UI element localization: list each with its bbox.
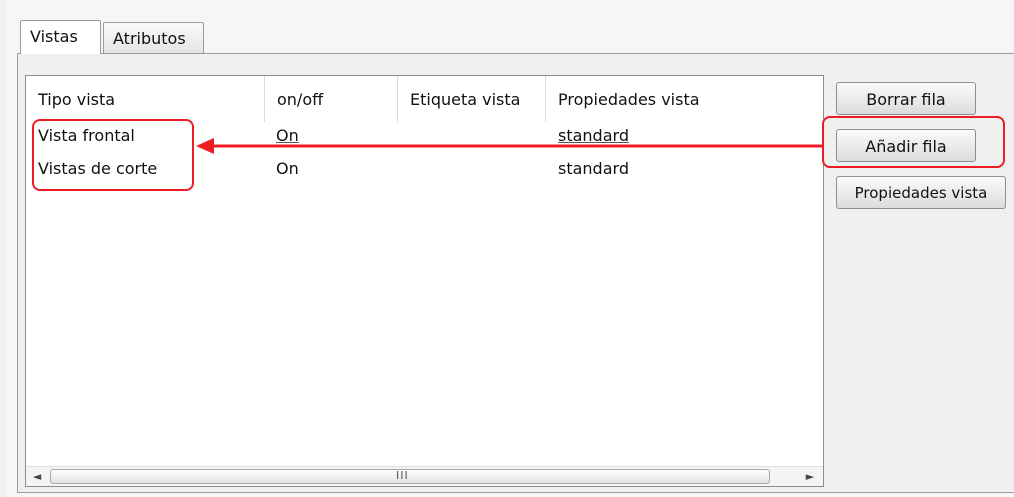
annotation-arrow-icon [196,138,822,154]
tab-vistas[interactable]: Vistas [20,20,101,54]
